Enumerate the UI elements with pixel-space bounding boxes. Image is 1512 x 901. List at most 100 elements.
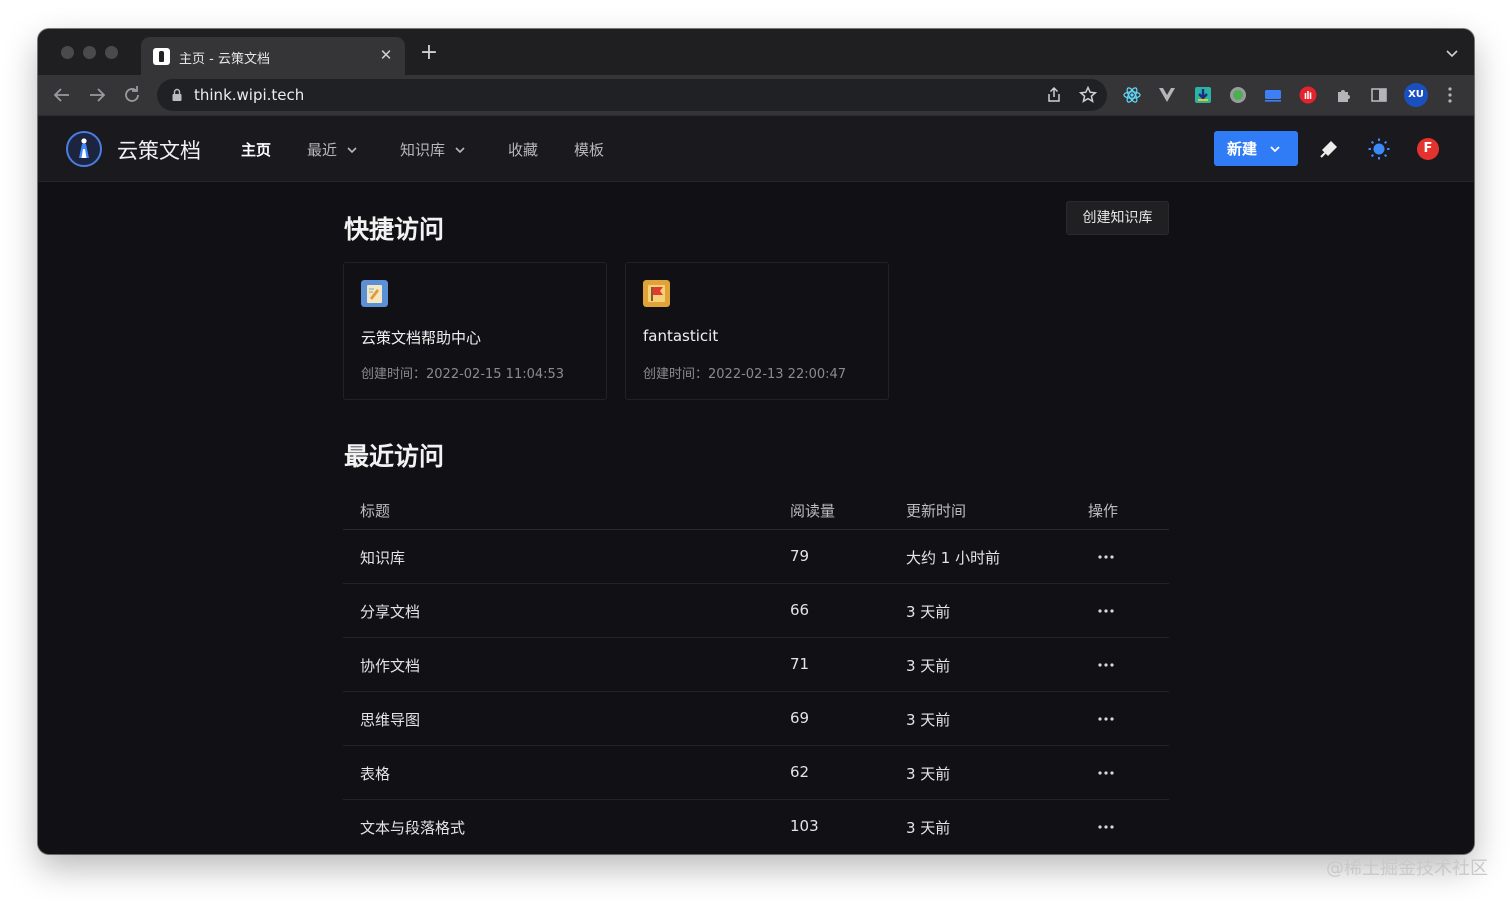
create-knowledge-base-button[interactable]: 创建知识库 [1066, 201, 1169, 235]
knowledge-base-card[interactable]: 云策文档帮助中心 创建时间：2022-02-15 11:04:53 [343, 262, 607, 400]
nav-favorites-label: 收藏 [508, 141, 539, 159]
more-actions-icon[interactable] [1095, 546, 1117, 568]
column-header-views: 阅读量 [790, 502, 836, 520]
card-name: 云策文档帮助中心 [361, 329, 482, 347]
new-button-label: 新建 [1227, 140, 1258, 158]
row-views: 69 [790, 709, 810, 727]
row-updated: 3 天前 [906, 603, 951, 621]
new-button[interactable]: 新建 [1214, 131, 1298, 166]
download-extension-icon[interactable] [1192, 84, 1214, 106]
green-circle-extension-icon[interactable] [1227, 84, 1249, 106]
profile-avatar[interactable]: XU [1404, 83, 1428, 107]
window-close-button[interactable] [61, 46, 74, 59]
card-name: fantasticit [643, 327, 719, 345]
table-row[interactable]: 分享文档 66 3 天前 [343, 584, 1169, 638]
nav-knowledge-base-label: 知识库 [400, 141, 446, 159]
nav-home[interactable]: 主页 [241, 139, 271, 160]
chevron-down-icon [455, 146, 465, 153]
row-title[interactable]: 文本与段落格式 [360, 817, 465, 838]
chevron-down-icon [1270, 145, 1280, 152]
row-title[interactable]: 思维导图 [360, 709, 420, 730]
row-title[interactable]: 协作文档 [360, 655, 420, 676]
browser-window: 主页 - 云策文档 ✕ + think.wipi.tech XU 云策文档 主页… [38, 29, 1474, 854]
bookmark-star-icon[interactable] [1078, 85, 1098, 105]
row-title[interactable]: 分享文档 [360, 601, 420, 622]
flag-book-icon [643, 280, 670, 307]
column-header-updated: 更新时间 [906, 502, 967, 520]
brand-logo-icon[interactable] [65, 130, 103, 168]
brand-name[interactable]: 云策文档 [117, 135, 201, 165]
theme-toggle-sun-icon[interactable] [1367, 137, 1391, 161]
row-updated: 3 天前 [906, 711, 951, 729]
side-panel-icon[interactable] [1368, 84, 1390, 106]
column-header-title: 标题 [360, 502, 391, 520]
card-created-time: 创建时间：2022-02-13 22:00:47 [643, 367, 847, 382]
nav-home-label: 主页 [241, 141, 272, 159]
more-actions-icon[interactable] [1095, 762, 1117, 784]
watermark: @稀土掘金技术社区 [1326, 858, 1488, 879]
forward-arrow-icon[interactable] [85, 83, 109, 107]
share-icon[interactable] [1045, 86, 1063, 104]
tab-title: 主页 - 云策文档 [179, 52, 270, 67]
back-arrow-icon[interactable] [50, 83, 74, 107]
browser-menu-icon[interactable] [1442, 85, 1458, 105]
main-content: 快捷访问 创建知识库 云策文档帮助中心 创建时间：2022-02-15 11:0… [38, 182, 1474, 854]
more-actions-icon[interactable] [1095, 816, 1117, 838]
vue-devtools-icon[interactable] [1156, 84, 1178, 106]
nav-recent[interactable]: 最近 [307, 139, 358, 160]
user-avatar[interactable]: F [1417, 138, 1439, 160]
browser-tab[interactable]: 主页 - 云策文档 ✕ [141, 37, 405, 75]
screen-extension-icon[interactable] [1262, 84, 1284, 106]
chevron-down-icon [347, 146, 357, 153]
nav-knowledge-base[interactable]: 知识库 [400, 139, 466, 160]
more-actions-icon[interactable] [1095, 654, 1117, 676]
new-tab-button[interactable]: + [418, 42, 440, 65]
notebook-icon [361, 280, 388, 307]
quick-access-title: 快捷访问 [344, 215, 445, 244]
reload-icon[interactable] [120, 83, 144, 107]
address-bar[interactable]: think.wipi.tech [157, 79, 1107, 111]
recent-access-title: 最近访问 [344, 442, 445, 471]
table-row[interactable]: 知识库 79 大约 1 小时前 [343, 530, 1169, 584]
nav-templates-label: 模板 [574, 141, 605, 159]
window-zoom-button[interactable] [105, 46, 118, 59]
app-header: 云策文档 主页 最近 知识库 收藏 模板 新建 F [38, 115, 1474, 182]
stop-hand-extension-icon[interactable] [1297, 84, 1319, 106]
more-actions-icon[interactable] [1095, 708, 1117, 730]
row-views: 66 [790, 601, 810, 619]
row-updated: 3 天前 [906, 765, 951, 783]
tab-search-chevron-icon[interactable] [1444, 45, 1460, 61]
row-views: 71 [790, 655, 810, 673]
nav-favorites[interactable]: 收藏 [508, 139, 538, 160]
tab-close-icon[interactable]: ✕ [377, 46, 395, 64]
row-views: 103 [790, 817, 819, 835]
nav-templates[interactable]: 模板 [574, 139, 604, 160]
react-devtools-icon[interactable] [1121, 84, 1143, 106]
row-updated: 3 天前 [906, 657, 951, 675]
card-created-time: 创建时间：2022-02-15 11:04:53 [361, 367, 565, 382]
table-row[interactable]: 协作文档 71 3 天前 [343, 638, 1169, 692]
more-actions-icon[interactable] [1095, 600, 1117, 622]
row-views: 62 [790, 763, 810, 781]
table-row[interactable]: 思维导图 69 3 天前 [343, 692, 1169, 746]
lock-icon [172, 88, 182, 101]
row-updated: 3 天前 [906, 819, 951, 837]
row-title[interactable]: 表格 [360, 763, 390, 784]
row-views: 79 [790, 547, 810, 565]
knowledge-base-card[interactable]: fantasticit 创建时间：2022-02-13 22:00:47 [625, 262, 889, 400]
url-text[interactable]: think.wipi.tech [194, 86, 304, 104]
table-row[interactable]: 文本与段落格式 103 3 天前 [343, 800, 1169, 854]
table-header: 标题 阅读量 更新时间 操作 [343, 492, 1169, 530]
column-header-actions: 操作 [1088, 502, 1119, 520]
browser-toolbar: think.wipi.tech XU [38, 75, 1474, 115]
tab-strip: 主页 - 云策文档 ✕ + [38, 29, 1474, 75]
window-minimize-button[interactable] [83, 46, 96, 59]
row-title[interactable]: 知识库 [360, 547, 405, 568]
table-row[interactable]: 表格 62 3 天前 [343, 746, 1169, 800]
nav-recent-label: 最近 [307, 141, 338, 159]
recent-table: 标题 阅读量 更新时间 操作 知识库 79 大约 1 小时前 分享文档 66 3… [343, 492, 1169, 854]
notification-icon[interactable] [1317, 137, 1341, 161]
tab-favicon-icon [153, 48, 170, 65]
row-updated: 大约 1 小时前 [906, 549, 1001, 567]
extensions-puzzle-icon[interactable] [1333, 84, 1355, 106]
